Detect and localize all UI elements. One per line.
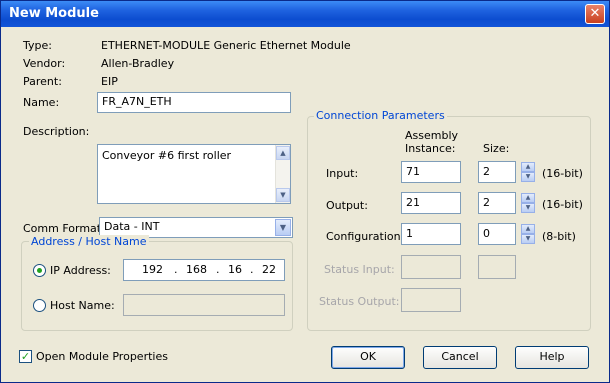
radio-selected-icon — [37, 268, 42, 273]
input-instance-field[interactable]: 71 — [401, 161, 461, 183]
title-bar[interactable]: New Module ✕ — [1, 1, 609, 27]
name-field-value: FR_A7N_ETH — [102, 95, 172, 108]
status-input-size-field[interactable] — [478, 255, 516, 279]
output-unit: (16-bit) — [542, 198, 583, 211]
ip-separator: . — [250, 263, 254, 276]
host-name-field[interactable] — [123, 294, 285, 316]
ip-address-radio[interactable] — [33, 264, 46, 277]
spin-up-icon[interactable]: ▲ — [521, 162, 535, 172]
instance-header: Instance: — [405, 142, 456, 155]
size-header: Size: — [483, 142, 510, 155]
comm-format-label: Comm Format: — [23, 222, 105, 235]
name-field[interactable]: FR_A7N_ETH — [97, 92, 291, 113]
cancel-button[interactable]: Cancel — [423, 346, 497, 369]
input-size-spinner[interactable]: ▲ ▼ — [521, 162, 535, 182]
ip-octet-3[interactable]: 16 — [228, 263, 242, 276]
output-size-spinner[interactable]: ▲ ▼ — [521, 193, 535, 213]
configuration-instance-field[interactable]: 1 — [401, 223, 461, 245]
ip-address-label: IP Address: — [50, 264, 111, 277]
configuration-size-stepper[interactable]: 0 — [478, 223, 516, 245]
type-value: ETHERNET-MODULE Generic Ethernet Module — [101, 39, 351, 52]
description-field-value: Conveyor #6 first roller — [102, 149, 232, 162]
help-button[interactable]: Help — [515, 346, 589, 369]
comm-format-value: Data - INT — [104, 220, 160, 233]
spin-up-icon[interactable]: ▲ — [521, 224, 535, 234]
input-size-value: 2 — [483, 165, 490, 178]
output-instance-value: 21 — [406, 196, 420, 209]
window-title: New Module — [9, 6, 99, 21]
description-field[interactable]: Conveyor #6 first roller ▲ ▼ — [97, 144, 291, 204]
check-icon: ✓ — [20, 350, 31, 363]
ip-octet-2[interactable]: 168 — [186, 263, 207, 276]
spin-down-icon[interactable]: ▼ — [521, 172, 535, 182]
output-size-stepper[interactable]: 2 — [478, 192, 516, 214]
assembly-header: Assembly — [405, 129, 459, 142]
address-group-title: Address / Host Name — [29, 235, 149, 248]
open-module-properties-label: Open Module Properties — [36, 350, 168, 363]
vendor-value: Allen-Bradley — [101, 57, 175, 70]
host-name-label: Host Name: — [50, 299, 115, 312]
ip-separator: . — [216, 263, 220, 276]
output-label: Output: — [326, 199, 368, 212]
input-label: Input: — [326, 167, 359, 180]
spin-down-icon[interactable]: ▼ — [521, 203, 535, 213]
input-size-stepper[interactable]: 2 — [478, 161, 516, 183]
new-module-dialog: New Module ✕ Type: ETHERNET-MODULE Gener… — [0, 0, 610, 383]
ok-button[interactable]: OK — [331, 346, 405, 369]
host-name-radio[interactable] — [33, 299, 46, 312]
configuration-label: Configuration: — [326, 230, 405, 243]
configuration-size-value: 0 — [483, 227, 490, 240]
spin-up-icon[interactable]: ▲ — [521, 193, 535, 203]
status-input-label: Status Input: — [324, 263, 395, 276]
description-scrollbar[interactable]: ▲ ▼ — [275, 145, 290, 203]
spin-down-icon[interactable]: ▼ — [521, 234, 535, 244]
parent-value: EIP — [101, 75, 118, 88]
output-size-value: 2 — [483, 196, 490, 209]
ip-octet-4[interactable]: 22 — [262, 263, 276, 276]
status-output-label: Status Output: — [319, 295, 400, 308]
ip-address-field[interactable]: 192 . 168 . 16 . 22 — [123, 259, 285, 281]
address-group — [21, 241, 293, 331]
connection-group-title: Connection Parameters — [314, 109, 447, 122]
parent-label: Parent: — [23, 75, 62, 88]
input-unit: (16-bit) — [542, 167, 583, 180]
input-instance-value: 71 — [406, 165, 420, 178]
scroll-down-icon[interactable]: ▼ — [276, 188, 290, 202]
chevron-down-icon[interactable]: ▼ — [275, 219, 291, 236]
configuration-unit: (8-bit) — [542, 230, 576, 243]
close-icon: ✕ — [589, 6, 601, 21]
ip-separator: . — [174, 263, 178, 276]
status-input-instance-field[interactable] — [401, 255, 461, 279]
configuration-instance-value: 1 — [406, 227, 413, 240]
close-button[interactable]: ✕ — [585, 4, 605, 24]
type-label: Type: — [23, 39, 52, 52]
configuration-size-spinner[interactable]: ▲ ▼ — [521, 224, 535, 244]
scroll-up-icon[interactable]: ▲ — [276, 146, 290, 160]
vendor-label: Vendor: — [23, 57, 66, 70]
status-output-instance-field[interactable] — [401, 288, 461, 312]
description-label: Description: — [23, 125, 90, 138]
ip-octet-1[interactable]: 192 — [142, 263, 163, 276]
open-module-properties-checkbox[interactable]: ✓ — [19, 350, 32, 363]
output-instance-field[interactable]: 21 — [401, 192, 461, 214]
name-label: Name: — [23, 96, 60, 109]
